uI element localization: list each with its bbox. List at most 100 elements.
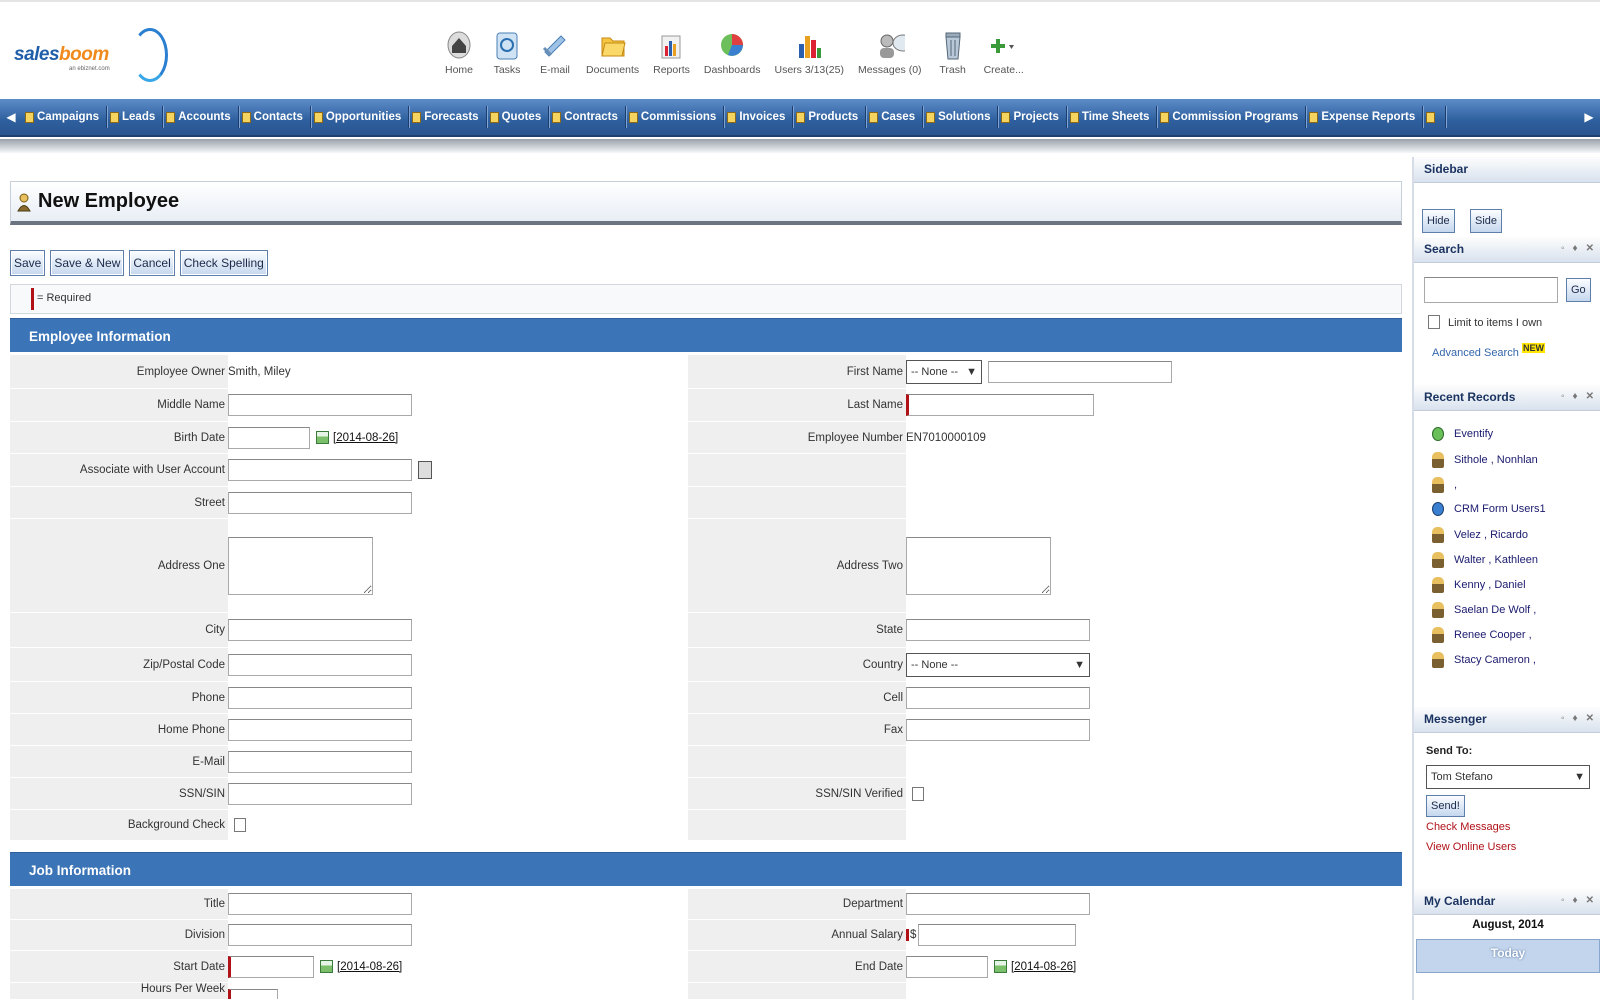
- email-input[interactable]: [228, 750, 412, 773]
- tab-projects[interactable]: Projects: [998, 106, 1067, 128]
- tab-commissions[interactable]: Commissions: [626, 106, 725, 128]
- tab-products[interactable]: Products: [793, 106, 867, 128]
- end-date-today-link[interactable]: [2014-08-26]: [1011, 961, 1076, 973]
- recent-record-item[interactable]: Stacy Cameron ,: [1432, 652, 1536, 668]
- title-input[interactable]: [228, 893, 412, 915]
- top-icon-users[interactable]: Users 3/13(25): [775, 28, 844, 94]
- tab-opportunities[interactable]: Opportunities: [311, 106, 410, 128]
- tab-leads[interactable]: Leads: [107, 106, 164, 128]
- hours-per-week-input[interactable]: [228, 989, 278, 999]
- tab-cases[interactable]: Cases: [866, 106, 924, 128]
- tab-contacts[interactable]: Contacts: [239, 106, 311, 128]
- tab-time-sheets[interactable]: Time Sheets: [1067, 106, 1158, 128]
- start-date-input[interactable]: [228, 955, 314, 978]
- panel-controls-icon[interactable]: ◦♦✕: [1561, 713, 1600, 724]
- search-go-button[interactable]: Go: [1566, 278, 1591, 302]
- calendar-icon[interactable]: [320, 960, 333, 973]
- start-date-today-link[interactable]: [2014-08-26]: [337, 961, 402, 973]
- division-input[interactable]: [228, 924, 412, 946]
- phone-input[interactable]: [228, 686, 412, 709]
- sidebar-search-input[interactable]: [1424, 277, 1558, 303]
- recent-record-item[interactable]: Kenny , Daniel: [1432, 577, 1526, 593]
- recent-record-link[interactable]: Stacy Cameron ,: [1454, 654, 1536, 666]
- department-input[interactable]: [906, 893, 1090, 915]
- tab-forecasts[interactable]: Forecasts: [409, 106, 487, 128]
- top-icon-home[interactable]: Home: [442, 28, 476, 94]
- recent-record-link[interactable]: Sithole , Nonhlan: [1454, 454, 1538, 466]
- cell-input[interactable]: [906, 686, 1090, 709]
- recent-record-item[interactable]: CRM Form Users1: [1432, 502, 1546, 516]
- address-one-textarea[interactable]: [228, 536, 373, 595]
- panel-controls-icon[interactable]: ◦♦✕: [1561, 391, 1600, 402]
- top-icon-tasks[interactable]: Tasks: [490, 28, 524, 94]
- nav-scroll-right-icon[interactable]: ▶: [1578, 110, 1600, 124]
- side-button[interactable]: Side: [1470, 209, 1503, 233]
- recent-record-item[interactable]: Sithole , Nonhlan: [1432, 452, 1538, 468]
- tab-expense-reports[interactable]: Expense Reports: [1306, 106, 1424, 128]
- top-icon-documents[interactable]: Documents: [586, 28, 639, 94]
- birth-date-input[interactable]: [228, 426, 310, 449]
- recent-record-link[interactable]: Eventify: [1454, 428, 1493, 440]
- tab-quotes[interactable]: Quotes: [487, 106, 550, 128]
- recent-record-link[interactable]: Velez , Ricardo: [1454, 529, 1528, 541]
- address-two-textarea[interactable]: [906, 536, 1051, 595]
- recent-record-item[interactable]: Eventify: [1432, 427, 1493, 441]
- hide-button[interactable]: Hide: [1422, 209, 1455, 233]
- top-icon-messages[interactable]: Messages (0): [858, 28, 922, 94]
- recent-record-item[interactable]: Saelan De Wolf ,: [1432, 602, 1536, 618]
- tab-contracts[interactable]: Contracts: [549, 106, 626, 128]
- tab-accounts[interactable]: Accounts: [163, 106, 239, 128]
- tab-campaigns[interactable]: Campaigns: [22, 106, 107, 128]
- tab-solutions[interactable]: Solutions: [923, 106, 999, 128]
- recent-record-link[interactable]: ,: [1454, 479, 1457, 491]
- tab-commission-programs[interactable]: Commission Programs: [1157, 106, 1307, 128]
- top-icon-trash[interactable]: Trash: [936, 28, 970, 94]
- recent-record-link[interactable]: CRM Form Users1: [1454, 503, 1546, 515]
- check-messages-link[interactable]: Check Messages: [1426, 821, 1510, 833]
- recent-record-link[interactable]: Kenny , Daniel: [1454, 579, 1526, 591]
- recent-record-link[interactable]: Walter , Kathleen: [1454, 554, 1538, 566]
- send-message-button[interactable]: Send!: [1426, 795, 1465, 817]
- background-check-checkbox[interactable]: [234, 818, 246, 832]
- street-input[interactable]: [228, 491, 412, 514]
- advanced-search-link[interactable]: Advanced Search: [1432, 347, 1519, 359]
- annual-salary-input[interactable]: [918, 924, 1077, 946]
- first-name-input[interactable]: [988, 360, 1172, 383]
- end-date-input[interactable]: [906, 955, 988, 978]
- check-spelling-button[interactable]: Check Spelling: [179, 250, 268, 276]
- view-online-users-link[interactable]: View Online Users: [1426, 841, 1516, 853]
- cancel-button[interactable]: Cancel: [129, 250, 175, 276]
- fax-input[interactable]: [906, 718, 1090, 741]
- middle-name-input[interactable]: [228, 394, 412, 416]
- associate-user-input[interactable]: [228, 459, 412, 481]
- ssn-input[interactable]: [228, 782, 412, 805]
- recipient-select[interactable]: Tom Stefano ▼: [1426, 765, 1590, 789]
- zip-input[interactable]: [228, 653, 412, 676]
- save-button[interactable]: Save: [10, 250, 46, 276]
- tab-more[interactable]: [1423, 106, 1447, 128]
- nav-scroll-left-icon[interactable]: ◀: [0, 110, 22, 124]
- recent-record-link[interactable]: Renee Cooper ,: [1454, 629, 1532, 641]
- panel-controls-icon[interactable]: ◦♦✕: [1561, 243, 1600, 254]
- top-icon-email[interactable]: E-mail: [538, 28, 572, 94]
- lookup-icon[interactable]: [418, 461, 432, 479]
- last-name-input[interactable]: [906, 394, 1094, 416]
- city-input[interactable]: [228, 619, 412, 641]
- tab-invoices[interactable]: Invoices: [724, 106, 794, 128]
- top-icon-dashboards[interactable]: Dashboards: [704, 28, 761, 94]
- calendar-icon[interactable]: [994, 960, 1007, 973]
- recent-record-item[interactable]: ,: [1432, 477, 1457, 493]
- calendar-icon[interactable]: [316, 431, 329, 444]
- top-icon-create[interactable]: Create...: [984, 28, 1024, 94]
- save-and-new-button[interactable]: Save & New: [50, 250, 125, 276]
- today-button[interactable]: Today: [1416, 939, 1600, 973]
- recent-record-link[interactable]: Saelan De Wolf ,: [1454, 604, 1536, 616]
- panel-controls-icon[interactable]: ◦♦✕: [1561, 895, 1600, 906]
- ssn-verified-checkbox[interactable]: [912, 786, 924, 801]
- top-icon-reports[interactable]: Reports: [653, 28, 690, 94]
- state-input[interactable]: [906, 619, 1090, 641]
- recent-record-item[interactable]: Renee Cooper ,: [1432, 627, 1532, 643]
- salesboom-logo[interactable]: salesboom an ebiznet.com: [14, 26, 168, 82]
- recent-record-item[interactable]: Velez , Ricardo: [1432, 527, 1528, 543]
- salutation-select[interactable]: -- None -- ▼: [906, 359, 982, 384]
